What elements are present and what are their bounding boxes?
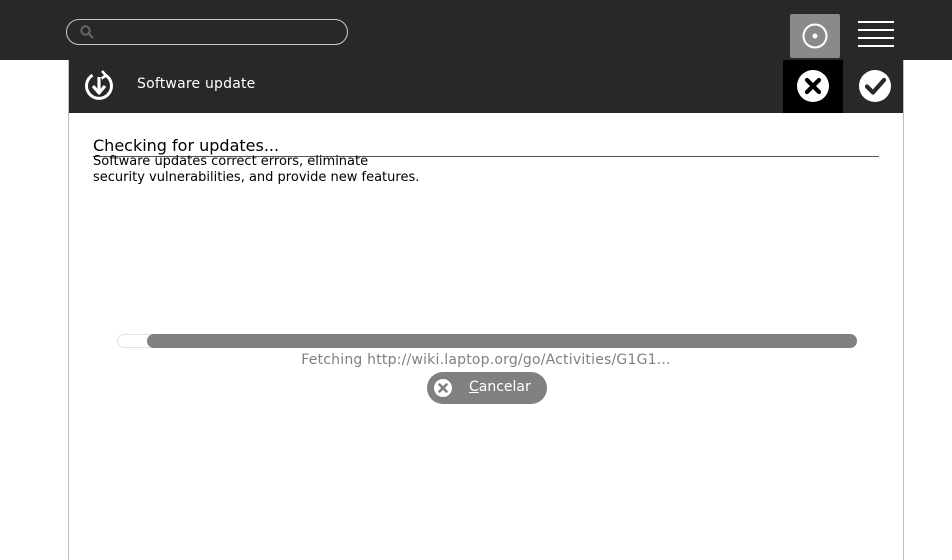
checkmark-icon — [859, 70, 891, 102]
cancel-button[interactable]: Cancelar — [427, 372, 547, 404]
search-icon — [80, 25, 94, 39]
close-icon — [797, 70, 829, 102]
progress-fill — [147, 334, 857, 348]
dialog-header: Software update — [69, 60, 903, 113]
menu-button[interactable] — [856, 18, 896, 52]
menu-icon — [858, 21, 894, 47]
progress-bar — [117, 334, 857, 348]
status-text: Fetching http://wiki.laptop.org/go/Activ… — [301, 352, 671, 368]
description-text: Software updates correct errors, elimina… — [93, 154, 420, 185]
dialog-cancel-button[interactable] — [783, 60, 843, 113]
dialog-title: Software update — [137, 76, 256, 92]
software-update-icon — [85, 70, 113, 100]
search-input[interactable] — [66, 19, 348, 45]
journal-view-button[interactable] — [790, 14, 840, 58]
cancel-button-label: Cancelar — [469, 379, 531, 395]
software-update-dialog: Software update Checking for updates... … — [68, 60, 904, 560]
dialog-ok-button[interactable] — [843, 60, 903, 113]
top-toolbar — [0, 0, 952, 60]
journal-view-icon — [802, 23, 828, 49]
cancel-icon — [434, 379, 452, 397]
